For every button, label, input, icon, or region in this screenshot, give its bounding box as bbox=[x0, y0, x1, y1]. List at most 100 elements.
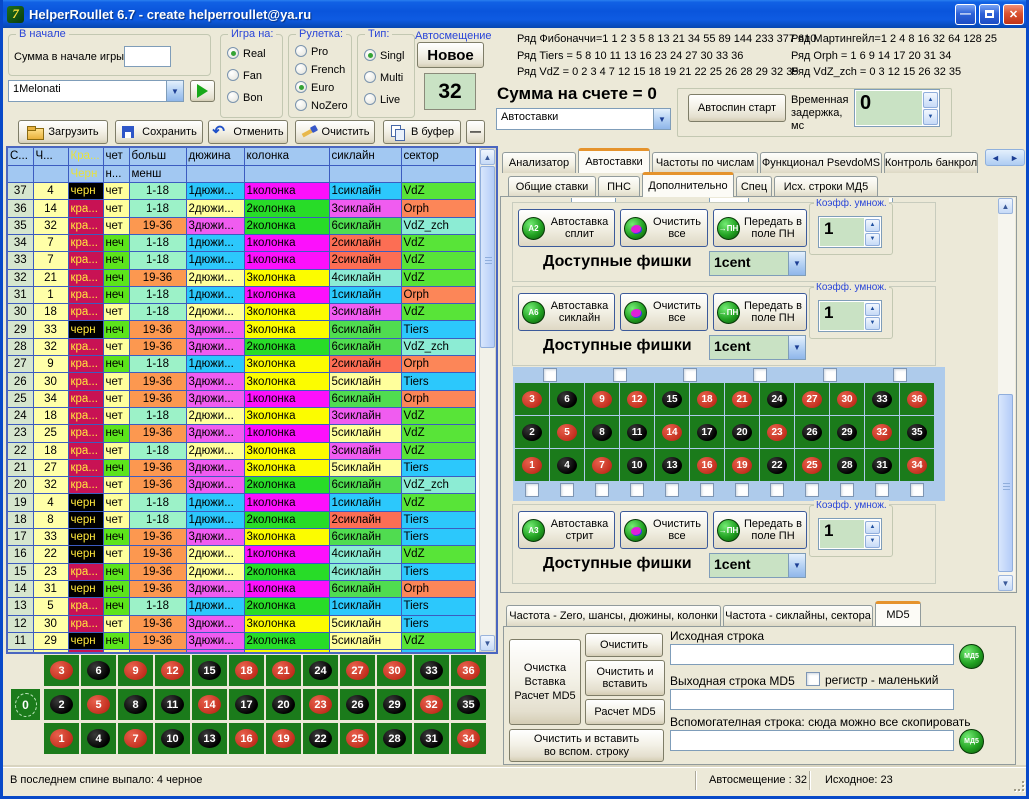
tab-scroll-buttons[interactable]: ◄ ► bbox=[985, 149, 1025, 166]
board-cell-13[interactable]: 13 bbox=[192, 723, 227, 754]
chevron-down-icon[interactable]: ▼ bbox=[653, 109, 670, 129]
radio-option-euro[interactable]: Euro bbox=[295, 81, 334, 94]
table-row[interactable]: 1622чернчет19-362дюжи...1колонка4сиклайн… bbox=[8, 546, 475, 563]
board-cell-26[interactable]: 26 bbox=[340, 689, 375, 720]
mini-board-cell-26[interactable]: 26 bbox=[795, 416, 829, 448]
chevron-down-icon[interactable]: ▼ bbox=[788, 336, 805, 359]
board-cell-28[interactable]: 28 bbox=[377, 723, 412, 754]
resize-grip[interactable] bbox=[1012, 779, 1024, 791]
mini-board-cell-33[interactable]: 33 bbox=[865, 383, 899, 415]
table-row[interactable]: 3532кра...чет19-363дюжи...2колонка6сикла… bbox=[8, 217, 475, 234]
table-row[interactable]: 188чернчет1-181дюжи...2колонка2сиклайнTi… bbox=[8, 511, 475, 528]
column-header[interactable] bbox=[8, 165, 33, 182]
street-checkbox[interactable] bbox=[910, 483, 924, 497]
radio-option-real[interactable]: Real bbox=[227, 47, 266, 60]
start-sum-input[interactable] bbox=[124, 46, 171, 67]
board-cell-25[interactable]: 25 bbox=[340, 723, 375, 754]
table-row[interactable]: 2127кра...неч19-363дюжи...3колонка5сикла… bbox=[8, 459, 475, 476]
board-cell-5[interactable]: 5 bbox=[81, 689, 116, 720]
spinner-down-icon[interactable]: ▼ bbox=[865, 233, 880, 246]
mini-board-cell-9[interactable]: 9 bbox=[585, 383, 619, 415]
board-cell-34[interactable]: 34 bbox=[451, 723, 486, 754]
board-cell-14[interactable]: 14 bbox=[192, 689, 227, 720]
column-header[interactable] bbox=[329, 165, 401, 182]
scrollbar-thumb[interactable] bbox=[480, 166, 495, 348]
scroll-down-icon[interactable]: ▼ bbox=[480, 635, 495, 651]
new-shift-button[interactable]: Новое bbox=[417, 42, 484, 68]
mini-board-cell-24[interactable]: 24 bbox=[760, 383, 794, 415]
table-row[interactable]: 194чернчет1-181дюжи...1колонка1сиклайнVd… bbox=[8, 494, 475, 511]
mini-board-cell-11[interactable]: 11 bbox=[620, 416, 654, 448]
radio-option-live[interactable]: Live bbox=[364, 93, 400, 106]
board-cell-4[interactable]: 4 bbox=[81, 723, 116, 754]
md5-aux-input[interactable] bbox=[670, 730, 954, 751]
board-cell-20[interactable]: 20 bbox=[266, 689, 301, 720]
transfer-button[interactable]: →ПНПередать в поле ПН bbox=[713, 293, 807, 331]
mini-board-cell-20[interactable]: 20 bbox=[725, 416, 759, 448]
board-cell-1[interactable]: 1 bbox=[44, 723, 79, 754]
mini-board-cell-35[interactable]: 35 bbox=[900, 416, 934, 448]
board-cell-23[interactable]: 23 bbox=[303, 689, 338, 720]
mini-board-cell-29[interactable]: 29 bbox=[830, 416, 864, 448]
autospin-button[interactable]: Автоспин старт bbox=[688, 94, 786, 122]
radio-icon[interactable] bbox=[295, 63, 307, 75]
board-cell-27[interactable]: 27 bbox=[340, 655, 375, 686]
tab-bottom-1[interactable]: Частота - сиклайны, сектора bbox=[723, 605, 873, 626]
board-cell-22[interactable]: 22 bbox=[303, 723, 338, 754]
board-cell-17[interactable]: 17 bbox=[229, 689, 264, 720]
md5-calc-icon[interactable]: МД5 bbox=[959, 644, 984, 669]
tab-main-4[interactable]: Контроль банкрол bbox=[884, 152, 978, 173]
street-checkbox[interactable] bbox=[735, 483, 749, 497]
coeff-spinner[interactable]: 1▲▼ bbox=[818, 300, 882, 332]
md5-aux-icon[interactable]: МД5 bbox=[959, 729, 984, 754]
scroll-up-icon[interactable]: ▲ bbox=[998, 198, 1013, 214]
radio-icon[interactable] bbox=[295, 81, 307, 93]
column-header[interactable]: сиклайн bbox=[329, 148, 401, 165]
mini-board-cell-30[interactable]: 30 bbox=[830, 383, 864, 415]
maximize-button[interactable] bbox=[979, 4, 1000, 25]
radio-icon[interactable] bbox=[295, 99, 307, 111]
load-button[interactable]: Загрузить bbox=[18, 120, 108, 144]
sixline-checkbox[interactable] bbox=[893, 368, 907, 382]
column-header[interactable] bbox=[244, 165, 329, 182]
board-cell-15[interactable]: 15 bbox=[192, 655, 227, 686]
board-cell-32[interactable]: 32 bbox=[414, 689, 449, 720]
tab-main-3[interactable]: Функционал PsevdoMS bbox=[760, 152, 882, 173]
table-row[interactable]: 2630кра...чет19-363дюжи...3колонка5сикла… bbox=[8, 373, 475, 390]
radio-icon[interactable] bbox=[295, 45, 307, 57]
mini-board-cell-2[interactable]: 2 bbox=[515, 416, 549, 448]
spinner-up-icon[interactable]: ▲ bbox=[923, 92, 938, 108]
mini-board-cell-18[interactable]: 18 bbox=[690, 383, 724, 415]
board-cell-35[interactable]: 35 bbox=[451, 689, 486, 720]
scrollbar-thumb[interactable] bbox=[998, 394, 1013, 572]
column-header[interactable]: колонка bbox=[244, 148, 329, 165]
table-row[interactable]: 135кра...неч1-181дюжи...2колонка1сиклайн… bbox=[8, 598, 475, 615]
mini-board-cell-4[interactable]: 4 bbox=[550, 449, 584, 481]
mini-board-cell-28[interactable]: 28 bbox=[830, 449, 864, 481]
sixline-checkbox[interactable] bbox=[753, 368, 767, 382]
table-row[interactable]: 279кра...неч1-181дюжи...3колонка2сиклайн… bbox=[8, 356, 475, 373]
mini-board-cell-14[interactable]: 14 bbox=[655, 416, 689, 448]
tab-sub-4[interactable]: Исх. строки МД5 bbox=[774, 176, 878, 197]
board-cell-24[interactable]: 24 bbox=[303, 655, 338, 686]
column-header[interactable]: Кра... bbox=[68, 148, 103, 165]
tab-sub-2[interactable]: Дополнительно bbox=[642, 172, 734, 197]
md5-calc-button[interactable]: Расчет MD5 bbox=[585, 699, 665, 725]
column-header[interactable]: Черн bbox=[68, 165, 103, 182]
table-row[interactable]: 347кра...неч1-181дюжи...1колонка2сиклайн… bbox=[8, 234, 475, 251]
street-checkbox[interactable] bbox=[630, 483, 644, 497]
mini-board-cell-8[interactable]: 8 bbox=[585, 416, 619, 448]
board-cell-12[interactable]: 12 bbox=[155, 655, 190, 686]
board-cell-18[interactable]: 18 bbox=[229, 655, 264, 686]
board-cell-19[interactable]: 19 bbox=[266, 723, 301, 754]
board-cell-zero[interactable]: 0 bbox=[11, 689, 40, 720]
street-checkbox[interactable] bbox=[525, 483, 539, 497]
play-button[interactable] bbox=[190, 80, 215, 102]
tab-scroll-left-icon[interactable]: ◄ bbox=[991, 153, 1000, 163]
radio-icon[interactable] bbox=[364, 93, 376, 105]
spinner-down-icon[interactable]: ▼ bbox=[865, 317, 880, 330]
street-checkbox[interactable] bbox=[560, 483, 574, 497]
mini-board-cell-19[interactable]: 19 bbox=[725, 449, 759, 481]
board-cell-31[interactable]: 31 bbox=[414, 723, 449, 754]
tab-sub-3[interactable]: Спец bbox=[736, 176, 772, 197]
